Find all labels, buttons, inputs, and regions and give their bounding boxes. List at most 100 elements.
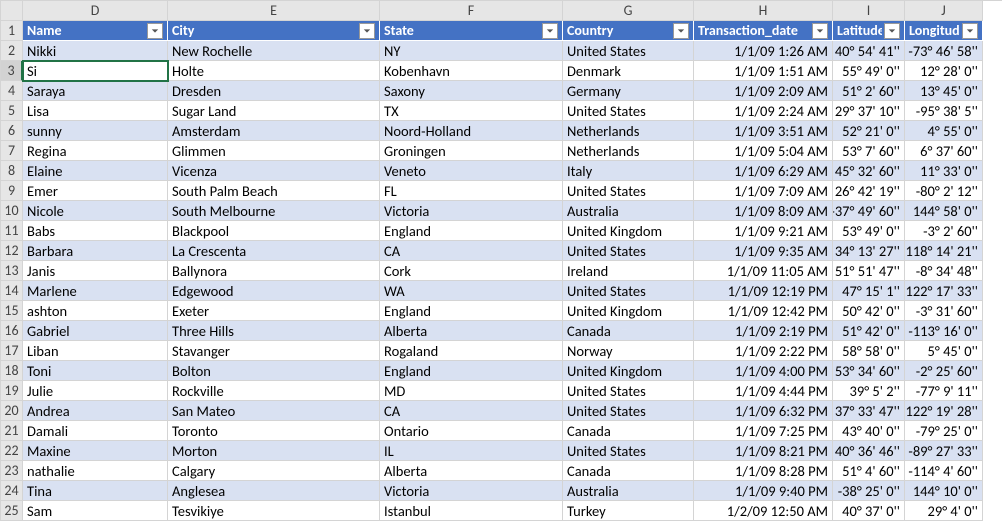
cell-name[interactable]: Liban <box>23 341 168 361</box>
cell-latitude[interactable]: 40° 37' 0'' <box>833 501 905 521</box>
cell-latitude[interactable]: 43° 40' 0'' <box>833 421 905 441</box>
row-header-16[interactable]: 16 <box>1 321 23 341</box>
cell-state[interactable]: Cork <box>380 261 563 281</box>
cell-longitude[interactable]: -79° 25' 0'' <box>905 421 983 441</box>
cell-state[interactable]: TX <box>380 101 563 121</box>
cell-name[interactable]: Si <box>23 61 168 81</box>
cell-city[interactable]: Ballynora <box>168 261 380 281</box>
cell-country[interactable]: United States <box>563 401 694 421</box>
cell-longitude[interactable]: 5° 45' 0'' <box>905 341 983 361</box>
cell-transaction_date[interactable]: 1/1/09 11:05 AM <box>694 261 833 281</box>
cell-transaction_date[interactable]: 1/1/09 9:35 AM <box>694 241 833 261</box>
cell-longitude[interactable]: -80° 2' 12'' <box>905 181 983 201</box>
cell-latitude[interactable]: 52° 21' 0'' <box>833 121 905 141</box>
cell-transaction_date[interactable]: 1/1/09 6:29 AM <box>694 161 833 181</box>
cell-state[interactable]: Veneto <box>380 161 563 181</box>
filter-dropdown-icon[interactable] <box>147 23 163 39</box>
cell-state[interactable]: England <box>380 221 563 241</box>
cell-country[interactable]: United Kingdom <box>563 361 694 381</box>
cell-name[interactable]: Andrea <box>23 401 168 421</box>
cell-name[interactable]: nathalie <box>23 461 168 481</box>
cell-name[interactable]: Regina <box>23 141 168 161</box>
table-header-name[interactable]: Name <box>23 21 168 41</box>
cell-state[interactable]: IL <box>380 441 563 461</box>
cell-latitude[interactable]: 37° 33' 47'' <box>833 401 905 421</box>
cell-city[interactable]: South Palm Beach <box>168 181 380 201</box>
cell-latitude[interactable]: 40° 54' 41'' <box>833 41 905 61</box>
table-header-state[interactable]: State <box>380 21 563 41</box>
cell-longitude[interactable]: 4° 55' 0'' <box>905 121 983 141</box>
cell-name[interactable]: Gabriel <box>23 321 168 341</box>
cell-longitude[interactable]: -3° 2' 60'' <box>905 221 983 241</box>
cell-city[interactable]: Morton <box>168 441 380 461</box>
filter-dropdown-icon[interactable] <box>962 23 978 39</box>
cell-latitude[interactable]: 53° 49' 0'' <box>833 221 905 241</box>
cell-city[interactable]: Calgary <box>168 461 380 481</box>
cell-transaction_date[interactable]: 1/1/09 2:19 PM <box>694 321 833 341</box>
cell-longitude[interactable]: -114° 4' 60'' <box>905 461 983 481</box>
cell-longitude[interactable]: -122° 17' 33'' <box>905 281 983 301</box>
cell-country[interactable]: Netherlands <box>563 121 694 141</box>
cell-city[interactable]: Vicenza <box>168 161 380 181</box>
row-header-10[interactable]: 10 <box>1 201 23 221</box>
cell-name[interactable]: Damali <box>23 421 168 441</box>
cell-longitude[interactable]: 11° 33' 0'' <box>905 161 983 181</box>
cell-transaction_date[interactable]: 1/1/09 9:21 AM <box>694 221 833 241</box>
cell-longitude[interactable]: -2° 25' 60'' <box>905 361 983 381</box>
cell-country[interactable]: United States <box>563 101 694 121</box>
cell-latitude[interactable]: 34° 13' 27'' <box>833 241 905 261</box>
cell-country[interactable]: United States <box>563 241 694 261</box>
cell-country[interactable]: Germany <box>563 81 694 101</box>
cell-longitude[interactable]: -3° 31' 60'' <box>905 301 983 321</box>
cell-longitude[interactable]: 13° 45' 0'' <box>905 81 983 101</box>
cell-state[interactable]: CA <box>380 401 563 421</box>
cell-state[interactable]: Alberta <box>380 321 563 341</box>
filter-dropdown-icon[interactable] <box>542 23 558 39</box>
cell-city[interactable]: Anglesea <box>168 481 380 501</box>
cell-longitude[interactable]: 12° 28' 0'' <box>905 61 983 81</box>
select-all-corner[interactable] <box>1 1 23 21</box>
cell-transaction_date[interactable]: 1/2/09 12:50 AM <box>694 501 833 521</box>
cell-name[interactable]: Emer <box>23 181 168 201</box>
row-header-9[interactable]: 9 <box>1 181 23 201</box>
cell-state[interactable]: England <box>380 361 563 381</box>
cell-longitude[interactable]: 6° 37' 60'' <box>905 141 983 161</box>
cell-country[interactable]: United States <box>563 381 694 401</box>
table-header-city[interactable]: City <box>168 21 380 41</box>
row-header-13[interactable]: 13 <box>1 261 23 281</box>
cell-city[interactable]: South Melbourne <box>168 201 380 221</box>
cell-name[interactable]: Marlene <box>23 281 168 301</box>
cell-name[interactable]: Elaine <box>23 161 168 181</box>
row-header-4[interactable]: 4 <box>1 81 23 101</box>
cell-country[interactable]: Australia <box>563 481 694 501</box>
cell-transaction_date[interactable]: 1/1/09 1:51 AM <box>694 61 833 81</box>
cell-longitude[interactable]: 29° 4' 0'' <box>905 501 983 521</box>
cell-transaction_date[interactable]: 1/1/09 9:40 PM <box>694 481 833 501</box>
column-header-J[interactable]: J <box>905 1 983 21</box>
cell-latitude[interactable]: 50° 42' 0'' <box>833 301 905 321</box>
row-header-8[interactable]: 8 <box>1 161 23 181</box>
cell-transaction_date[interactable]: 1/1/09 5:04 AM <box>694 141 833 161</box>
cell-state[interactable]: WA <box>380 281 563 301</box>
cell-latitude[interactable]: 53° 7' 60'' <box>833 141 905 161</box>
column-header-E[interactable]: E <box>168 1 380 21</box>
row-header-11[interactable]: 11 <box>1 221 23 241</box>
column-header-H[interactable]: H <box>694 1 833 21</box>
cell-transaction_date[interactable]: 1/1/09 6:32 PM <box>694 401 833 421</box>
cell-city[interactable]: Blackpool <box>168 221 380 241</box>
row-header-7[interactable]: 7 <box>1 141 23 161</box>
table-header-transaction_date[interactable]: Transaction_date <box>694 21 833 41</box>
cell-longitude[interactable]: -8° 34' 48'' <box>905 261 983 281</box>
row-header-3[interactable]: 3 <box>1 61 23 81</box>
cell-city[interactable]: Tesvikiye <box>168 501 380 521</box>
row-header-6[interactable]: 6 <box>1 121 23 141</box>
cell-transaction_date[interactable]: 1/1/09 2:24 AM <box>694 101 833 121</box>
cell-state[interactable]: Ontario <box>380 421 563 441</box>
cell-country[interactable]: Canada <box>563 421 694 441</box>
cell-city[interactable]: Three Hills <box>168 321 380 341</box>
cell-latitude[interactable]: 55° 49' 0'' <box>833 61 905 81</box>
cell-country[interactable]: Norway <box>563 341 694 361</box>
row-header-25[interactable]: 25 <box>1 501 23 521</box>
row-header-18[interactable]: 18 <box>1 361 23 381</box>
cell-country[interactable]: Netherlands <box>563 141 694 161</box>
